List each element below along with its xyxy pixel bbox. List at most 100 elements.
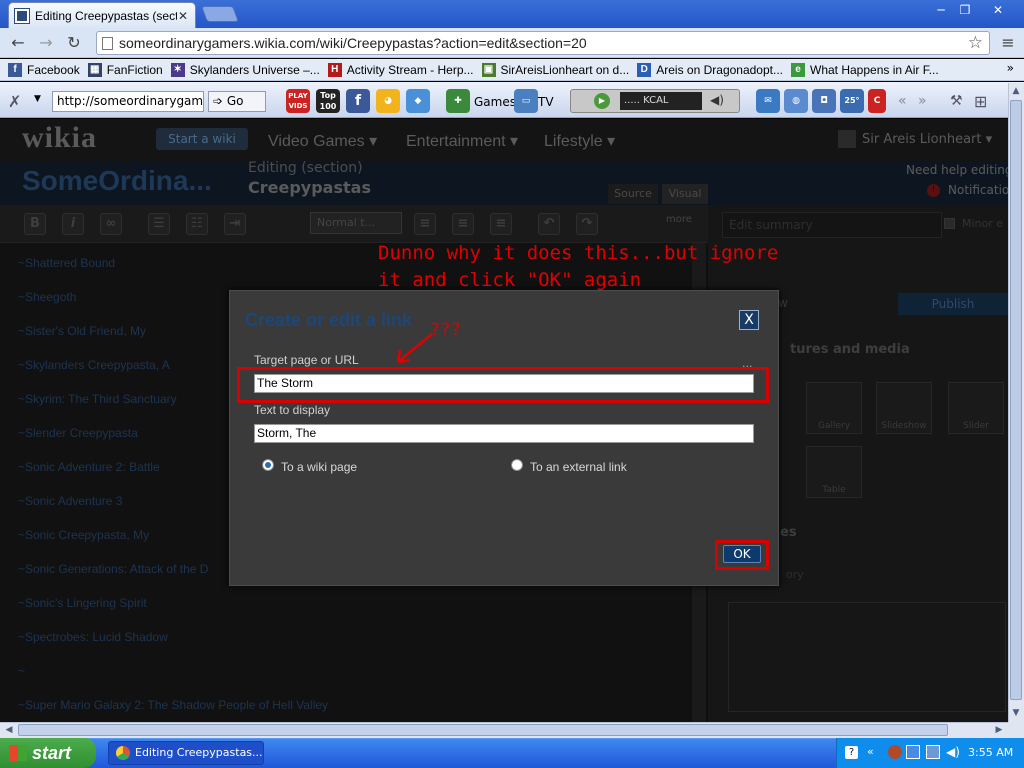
table-button[interactable]: Table [806,446,862,498]
indent-icon[interactable]: ⇥ [224,213,246,235]
tv-label[interactable]: TV [538,95,554,109]
maximize-button[interactable]: ❐ [954,1,976,19]
scroll-up-icon[interactable]: ▲ [1009,84,1023,98]
games-label[interactable]: Games [474,95,516,109]
nav-lifestyle[interactable]: Lifestyle ▾ [544,131,615,151]
radio-external-link-label[interactable]: To an external link [530,460,627,474]
minor-edit-checkbox[interactable] [944,218,955,229]
user-menu[interactable]: Sir Areis Lionheart ▾ [862,132,992,147]
publish-button[interactable]: Publish [898,293,1008,315]
addon-dropdown-icon[interactable]: ▼ [34,94,41,104]
start-a-wiki-button[interactable]: Start a wiki [156,128,248,150]
radio-external-link[interactable] [511,459,523,471]
addon-go-button[interactable]: ➩ Go [208,91,266,112]
nav-video-games[interactable]: Video Games ▾ [268,131,377,151]
volume-icon[interactable]: ◀) [710,93,724,107]
cube-icon[interactable]: ◆ [406,89,430,113]
bookmark-skylanders[interactable]: ✶ Skylanders Universe –... [170,62,320,77]
bookmark-air-force[interactable]: e What Happens in Air F... [791,62,939,77]
dialog-close-button[interactable]: X [739,310,759,330]
redo-icon[interactable]: ↷ [576,213,598,235]
tab-editing-creepypastas[interactable]: Editing Creepypastas (sectio ✕ [8,2,196,28]
paragraph-format-select[interactable]: Normal t... [310,212,402,234]
gallery-button[interactable]: Gallery [806,382,862,434]
bold-button[interactable]: B [24,213,46,235]
facebook-addon-icon[interactable]: f [346,89,370,113]
more-button[interactable]: more [666,214,692,225]
link-icon[interactable]: ∞ [100,213,122,235]
bookmark-fanfiction[interactable]: ▦ FanFiction [87,62,163,77]
align-center-icon[interactable]: ≡ [452,213,474,235]
gamepad-icon[interactable]: ✚ [446,89,470,113]
play-vids-icon[interactable]: PLAY VIDS [286,89,310,113]
bullet-list-icon[interactable]: ☰ [148,213,170,235]
text-to-display-input[interactable]: Storm, The [254,424,754,443]
bookmark-activity-stream[interactable]: H Activity Stream - Herp... [327,62,474,77]
preview-button[interactable]: w [778,296,788,310]
radio-wiki-page-label[interactable]: To a wiki page [281,460,357,474]
back-arrow-icon[interactable]: ← [8,33,28,53]
scroll-right-arrow-icon[interactable]: ▶ [992,723,1006,737]
start-button[interactable]: start [0,738,96,768]
radio-station-select[interactable]: ..... KCAL [620,92,702,110]
tab-close-icon[interactable]: ✕ [177,9,189,23]
help-link[interactable]: Need help editing? [906,163,1019,177]
chat-icon[interactable]: ✉ [756,89,780,113]
camera-icon[interactable]: ◘ [812,89,836,113]
play-icon[interactable]: ▶ [594,93,610,109]
addon-logo-icon[interactable]: ✗ [8,92,30,112]
plus-icon[interactable]: ⊞ [974,92,987,111]
display-icon[interactable] [926,745,940,759]
vertical-scroll-thumb[interactable] [1010,100,1022,700]
addon-search-input[interactable]: http://someordinarygam [52,91,204,112]
align-right-icon[interactable]: ≡ [490,213,512,235]
pacman-icon[interactable]: ◕ [376,89,400,113]
reload-icon[interactable]: ↻ [64,33,84,53]
close-window-button[interactable]: ✕ [987,1,1009,19]
top100-icon[interactable]: Top 100 [316,89,340,113]
italic-button[interactable]: i [62,213,84,235]
tray-app-icon[interactable] [888,745,902,759]
wrench-menu-icon[interactable]: ≡ [998,33,1018,53]
edit-summary-input[interactable]: Edit summary [722,212,942,238]
minimize-button[interactable]: ─ [930,1,952,19]
numbered-list-icon[interactable]: ☷ [186,213,208,235]
scroll-left-icon[interactable]: « [898,93,907,109]
scroll-left-arrow-icon[interactable]: ◀ [2,723,16,737]
network-icon[interactable] [906,745,920,759]
bookmark-sirareis[interactable]: ▣ SirAreisLionheart on d... [481,62,629,77]
help-tray-icon[interactable]: ? [845,746,858,759]
bookmark-facebook[interactable]: f Facebook [8,62,80,77]
address-bar[interactable]: someordinarygamers.wikia.com/wiki/Creepy… [96,31,990,55]
bookmarks-more-icon[interactable]: » [1007,61,1014,75]
slider-button[interactable]: Slider [948,382,1004,434]
avatar[interactable] [838,130,856,148]
volume-tray-icon[interactable]: ◀) [946,745,960,759]
globe-icon[interactable]: ◍ [784,89,808,113]
align-left-icon[interactable]: ≡ [414,213,436,235]
tab-visual[interactable]: Visual [662,184,708,204]
scroll-right-icon[interactable]: » [918,93,927,109]
scroll-down-icon[interactable]: ▼ [1009,706,1023,720]
editor-line: ~Skylanders Creepypasta, A [18,358,170,372]
undo-icon[interactable]: ↶ [538,213,560,235]
forward-arrow-icon[interactable]: → [36,33,56,53]
wikia-logo[interactable]: wikia [22,121,97,155]
tray-expand-icon[interactable]: « [867,745,874,758]
wikia-favicon-icon [14,7,30,24]
c-icon[interactable]: C [868,89,886,113]
weather-icon[interactable]: 25° [840,89,864,113]
tv-icon[interactable]: ▭ [514,89,538,113]
radio-wiki-page[interactable] [262,459,274,471]
taskbar-item-chrome[interactable]: Editing Creepypastas... [108,741,264,765]
bookmark-dragonadopt[interactable]: D Areis on Dragonadopt... [637,62,783,77]
nav-entertainment[interactable]: Entertainment ▾ [406,131,518,151]
tab-source[interactable]: Source [608,184,658,204]
wrench-icon[interactable]: ⚒ [950,93,963,109]
bookmark-star-icon[interactable]: ☆ [968,32,983,54]
new-tab-button[interactable] [201,6,239,22]
category-input[interactable]: ory [786,568,804,581]
wiki-name[interactable]: SomeOrdina... [22,165,212,197]
horizontal-scroll-thumb[interactable] [18,724,948,736]
slideshow-button[interactable]: Slideshow [876,382,932,434]
